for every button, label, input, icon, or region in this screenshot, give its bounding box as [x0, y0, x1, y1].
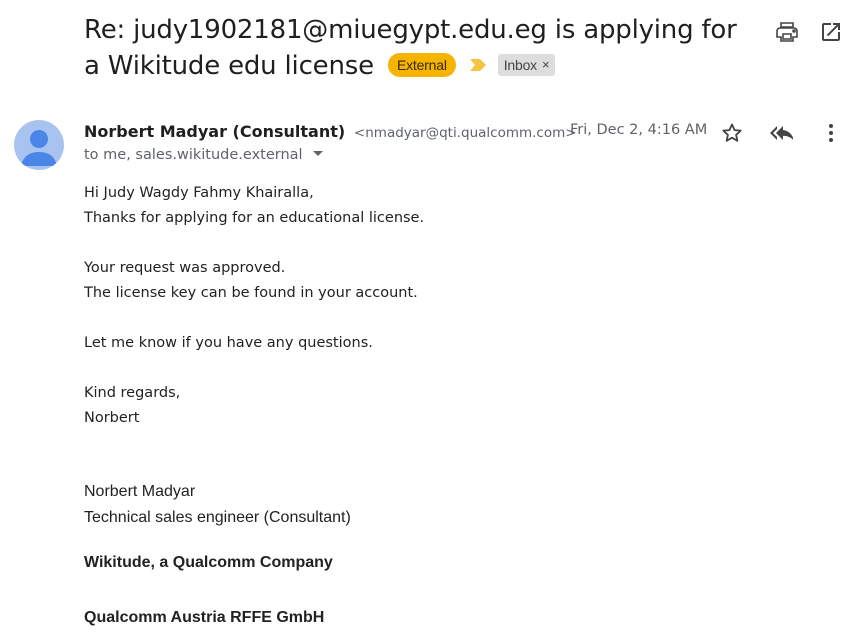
signature-title: Technical sales engineer (Consultant) [84, 509, 351, 526]
more-options-icon[interactable] [819, 121, 843, 145]
sender-avatar[interactable] [14, 120, 64, 170]
reply-all-icon[interactable] [769, 121, 793, 145]
remove-label-button[interactable]: × [542, 54, 550, 76]
body-line [84, 356, 424, 381]
body-line: Thanks for applying for an educational l… [84, 210, 425, 226]
body-line: Let me know if you have any questions. [84, 335, 373, 351]
body-line [84, 231, 424, 256]
inbox-label-text: Inbox [503, 57, 537, 73]
signature-legal-entity: Qualcomm Austria RFFE GmbH [84, 609, 325, 626]
recipients-text: to me, sales.wikitude.external [84, 147, 303, 163]
body-line: Hi Judy Wagdy Fahmy Khairalla, [84, 185, 314, 201]
signature-company: Wikitude, a Qualcomm Company [84, 554, 333, 571]
external-label-badge: External [387, 53, 456, 77]
signature-name: Norbert Madyar [84, 483, 196, 500]
sender-line: Norbert Madyar (Consultant) <nmadyar@qti… [84, 121, 577, 144]
recipients-line: to me, sales.wikitude.external [84, 147, 324, 163]
body-line [84, 306, 424, 331]
sender-email: <nmadyar@qti.qualcomm.com> [353, 125, 577, 141]
open-in-new-window-icon[interactable] [819, 20, 843, 44]
print-icon[interactable] [775, 20, 799, 44]
subject-labels: External Inbox × [387, 53, 556, 77]
inbox-label-chip: Inbox × [497, 54, 556, 76]
body-line: The license key can be found in your acc… [84, 285, 418, 301]
message-date: Fri, Dec 2, 4:16 AM [570, 122, 708, 138]
body-line: Norbert [84, 410, 140, 426]
show-details-dropdown-icon[interactable] [313, 151, 324, 156]
subject-heading: Re: judy1902181@miuegypt.edu.eg is apply… [84, 12, 744, 84]
body-line: Kind regards, [84, 385, 181, 401]
person-icon [21, 130, 57, 166]
message-body: Hi Judy Wagdy Fahmy Khairalla, Thanks fo… [84, 181, 424, 431]
star-icon[interactable] [720, 121, 744, 145]
body-line: Your request was approved. [84, 260, 286, 276]
sender-name[interactable]: Norbert Madyar (Consultant) [84, 122, 345, 141]
important-marker-icon[interactable] [469, 59, 486, 71]
